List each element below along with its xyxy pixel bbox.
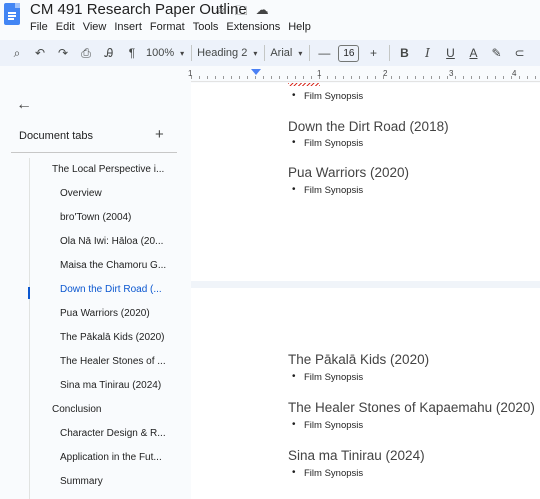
toolbar-divider — [309, 45, 311, 61]
toolbar-divider — [389, 45, 391, 61]
heading-2[interactable]: Down the Dirt Road (2018) — [288, 119, 449, 134]
add-tab-button[interactable]: + — [155, 126, 164, 143]
bullet-item[interactable]: Film Synopsis — [292, 467, 363, 479]
active-tab-indicator — [28, 287, 30, 299]
sidebar-item-sina-ma-tinirau[interactable]: Sina ma Tinirau (2024) — [60, 374, 175, 398]
sidebar-item-conclusion[interactable]: Conclusion — [52, 398, 177, 422]
sidebar-item-pakala-kids[interactable]: The Pākalā Kids (2020) — [60, 326, 175, 350]
sidebar-item-healer-stones[interactable]: The Healer Stones of ... — [60, 350, 175, 374]
ruler-label: 4 — [512, 69, 517, 78]
document-page[interactable]: Film Synopsis Down the Dirt Road (2018) … — [191, 83, 540, 281]
tab-tree-line — [29, 158, 30, 499]
heading-2[interactable]: Pua Warriors (2020) — [288, 165, 409, 180]
print-icon[interactable]: ⎙ — [77, 43, 95, 63]
sidebar-divider — [11, 152, 177, 153]
toolbar: ⌕ ↶ ↷ ⎙ Ꭿ ¶ 100% Heading 2 Arial — 16 + … — [0, 40, 540, 66]
heading-2[interactable]: Sina ma Tinirau (2024) — [288, 448, 425, 463]
menu-format[interactable]: Format — [150, 21, 185, 33]
bullet-item[interactable]: Film Synopsis — [292, 137, 363, 149]
paint-format-icon[interactable]: ¶ — [123, 43, 141, 63]
text-color-button[interactable]: A — [464, 43, 482, 63]
insert-link-icon[interactable]: ⊂ — [510, 43, 528, 63]
sidebar-item-application[interactable]: Application in the Fut... — [60, 446, 175, 470]
document-page[interactable]: The Pākalā Kids (2020) Film Synopsis The… — [191, 288, 540, 499]
heading-2[interactable]: The Healer Stones of Kapaemahu (2020) — [288, 400, 535, 415]
sidebar-item-local-perspective[interactable]: The Local Perspective i... — [52, 158, 177, 182]
bullet-item[interactable]: Film Synopsis — [292, 419, 363, 431]
zoom-select[interactable]: 100% — [146, 43, 184, 63]
style-select[interactable]: Heading 2 — [197, 43, 257, 63]
menu-help[interactable]: Help — [288, 21, 311, 33]
horizontal-ruler[interactable]: 1 1 2 3 4 — [188, 68, 540, 82]
highlight-pen-icon[interactable]: ✎ — [487, 43, 505, 63]
spelling-underline — [288, 83, 320, 86]
toolbar-divider — [191, 45, 193, 61]
indent-marker-icon[interactable] — [251, 69, 261, 75]
sidebar-item-maisa[interactable]: Maisa the Chamoru G... — [60, 254, 175, 278]
ruler-label: 2 — [383, 69, 388, 78]
document-canvas[interactable]: Film Synopsis Down the Dirt Road (2018) … — [191, 83, 540, 499]
sidebar-item-ola-na-iwi[interactable]: Ola Nā Iwi: Hāloa (20... — [60, 230, 175, 254]
sidebar-item-character-design[interactable]: Character Design & R... — [60, 422, 175, 446]
bullet-item[interactable]: Film Synopsis — [292, 90, 363, 102]
ruler-label: 1 — [188, 69, 193, 78]
back-arrow-icon[interactable]: ← — [16, 96, 32, 114]
menu-tools[interactable]: Tools — [193, 21, 219, 33]
bullet-item[interactable]: Film Synopsis — [292, 371, 363, 383]
ruler-ticks — [191, 76, 540, 79]
google-docs-window: CM 491 Research Paper Outline ☆ 🗀 ☁ File… — [0, 0, 540, 499]
ruler-label: 1 — [317, 69, 322, 78]
font-size-input[interactable]: 16 — [338, 44, 360, 62]
heading-2[interactable]: The Pākalā Kids (2020) — [288, 352, 429, 367]
sidebar-item-brotown[interactable]: bro'Town (2004) — [60, 206, 175, 230]
menu-view[interactable]: View — [83, 21, 107, 33]
underline-button[interactable]: U — [441, 43, 459, 63]
menu-file[interactable]: File — [30, 21, 48, 33]
ruler-label: 3 — [449, 69, 454, 78]
sidebar-item-pua-warriors[interactable]: Pua Warriors (2020) — [60, 302, 175, 326]
menu-insert[interactable]: Insert — [114, 21, 142, 33]
docs-logo-icon[interactable] — [4, 3, 20, 25]
bullet-item[interactable]: Film Synopsis — [292, 184, 363, 196]
redo-icon[interactable]: ↷ — [54, 43, 72, 63]
italic-button[interactable]: I — [418, 43, 436, 63]
spellcheck-icon[interactable]: Ꭿ — [100, 43, 118, 63]
increase-font-size-button[interactable]: + — [364, 43, 382, 63]
menu-edit[interactable]: Edit — [56, 21, 75, 33]
search-menus-icon[interactable]: ⌕ — [8, 43, 26, 63]
sidebar-item-overview[interactable]: Overview — [60, 182, 175, 206]
undo-icon[interactable]: ↶ — [31, 43, 49, 63]
sidebar-item-down-the-dirt-road[interactable]: Down the Dirt Road (... — [60, 278, 175, 302]
bold-button[interactable]: B — [395, 43, 413, 63]
sidebar-header: Document tabs — [19, 130, 93, 142]
toolbar-divider — [264, 45, 266, 61]
document-tabs-sidebar: ← Document tabs + The Local Perspective … — [0, 82, 191, 499]
menu-extensions[interactable]: Extensions — [226, 21, 280, 33]
title-bar: CM 491 Research Paper Outline ☆ 🗀 ☁ File… — [0, 0, 540, 38]
menu-bar: File Edit View Insert Format Tools Exten… — [30, 21, 311, 33]
font-select[interactable]: Arial — [270, 43, 302, 63]
sidebar-item-summary[interactable]: Summary — [60, 470, 175, 494]
decrease-font-size-button[interactable]: — — [315, 43, 333, 63]
